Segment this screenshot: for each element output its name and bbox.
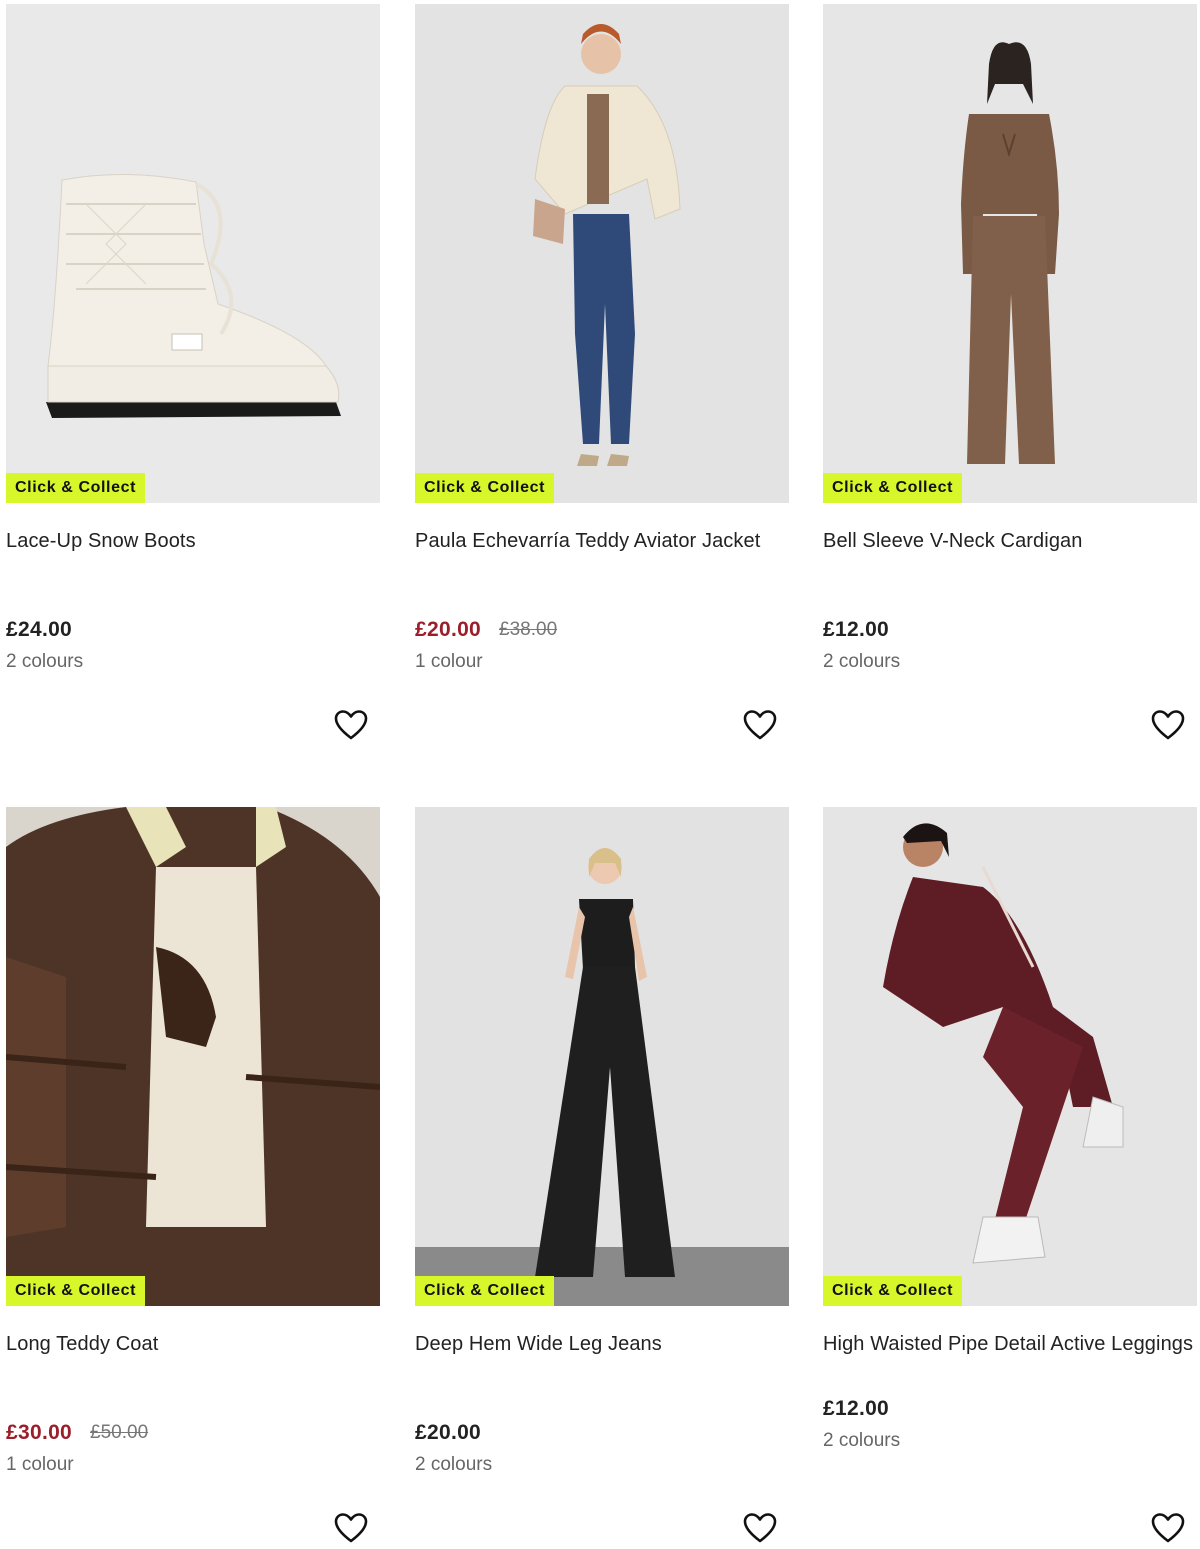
click-collect-badge: Click & Collect xyxy=(415,1276,555,1306)
heart-outline-icon xyxy=(743,710,777,740)
favourite-button[interactable] xyxy=(1151,1512,1185,1544)
price-row: £20.00 xyxy=(415,1420,789,1446)
sale-price: £20.00 xyxy=(415,618,482,641)
product-title[interactable]: Long Teddy Coat xyxy=(6,1330,380,1390)
product-title[interactable]: Lace-Up Snow Boots xyxy=(6,527,380,587)
product-image[interactable]: Click & Collect xyxy=(6,807,380,1306)
heart-outline-icon xyxy=(334,710,368,740)
colour-count[interactable]: 2 colours xyxy=(415,1454,789,1476)
product-title[interactable]: Deep Hem Wide Leg Jeans xyxy=(415,1330,789,1390)
price-row: £12.00 xyxy=(823,1396,1197,1422)
price: £12.00 xyxy=(823,618,890,641)
click-collect-badge: Click & Collect xyxy=(823,473,963,503)
price-row: £30.00 £50.00 xyxy=(6,1420,380,1446)
product-card[interactable]: Click & Collect Long Teddy Coat £30.00 £… xyxy=(6,807,380,1543)
product-title[interactable]: Bell Sleeve V-Neck Cardigan xyxy=(823,527,1197,587)
product-card[interactable]: Click & Collect High Waisted Pipe Detail… xyxy=(823,807,1197,1543)
product-card[interactable]: Click & Collect Paula Echevarría Teddy A… xyxy=(415,4,789,740)
price-row: £24.00 xyxy=(6,617,380,643)
product-image[interactable]: Click & Collect xyxy=(823,807,1197,1306)
price-row: £12.00 xyxy=(823,617,1197,643)
product-title[interactable]: Paula Echevarría Teddy Aviator Jacket xyxy=(415,527,789,587)
was-price: £50.00 xyxy=(90,1422,149,1443)
price: £12.00 xyxy=(823,1397,890,1420)
favourite-button[interactable] xyxy=(334,709,368,741)
product-card[interactable]: Click & Collect Lace-Up Snow Boots £24.0… xyxy=(6,4,380,740)
click-collect-badge: Click & Collect xyxy=(415,473,555,503)
click-collect-badge: Click & Collect xyxy=(6,1276,146,1306)
price: £24.00 xyxy=(6,618,73,641)
product-card[interactable]: Click & Collect Deep Hem Wide Leg Jeans … xyxy=(415,807,789,1543)
product-card[interactable]: Click & Collect Bell Sleeve V-Neck Cardi… xyxy=(823,4,1197,740)
colour-count[interactable]: 2 colours xyxy=(6,651,380,673)
favourite-button[interactable] xyxy=(334,1512,368,1544)
heart-outline-icon xyxy=(1151,710,1185,740)
was-price: £38.00 xyxy=(499,619,558,640)
product-title[interactable]: High Waisted Pipe Detail Active Leggings xyxy=(823,1330,1197,1390)
product-image[interactable]: Click & Collect xyxy=(415,4,789,503)
product-image[interactable]: Click & Collect xyxy=(6,4,380,503)
colour-count[interactable]: 1 colour xyxy=(6,1454,380,1476)
click-collect-badge: Click & Collect xyxy=(823,1276,963,1306)
colour-count[interactable]: 2 colours xyxy=(823,651,1197,673)
price: £20.00 xyxy=(415,1421,482,1444)
sale-price: £30.00 xyxy=(6,1421,73,1444)
heart-outline-icon xyxy=(743,1513,777,1543)
heart-outline-icon xyxy=(1151,1513,1185,1543)
click-collect-badge: Click & Collect xyxy=(6,473,146,503)
product-image[interactable]: Click & Collect xyxy=(415,807,789,1306)
product-image[interactable]: Click & Collect xyxy=(823,4,1197,503)
price-row: £20.00 £38.00 xyxy=(415,617,789,643)
favourite-button[interactable] xyxy=(743,709,777,741)
colour-count[interactable]: 1 colour xyxy=(415,651,789,673)
favourite-button[interactable] xyxy=(1151,709,1185,741)
favourite-button[interactable] xyxy=(743,1512,777,1544)
colour-count[interactable]: 2 colours xyxy=(823,1430,1197,1452)
heart-outline-icon xyxy=(334,1513,368,1543)
